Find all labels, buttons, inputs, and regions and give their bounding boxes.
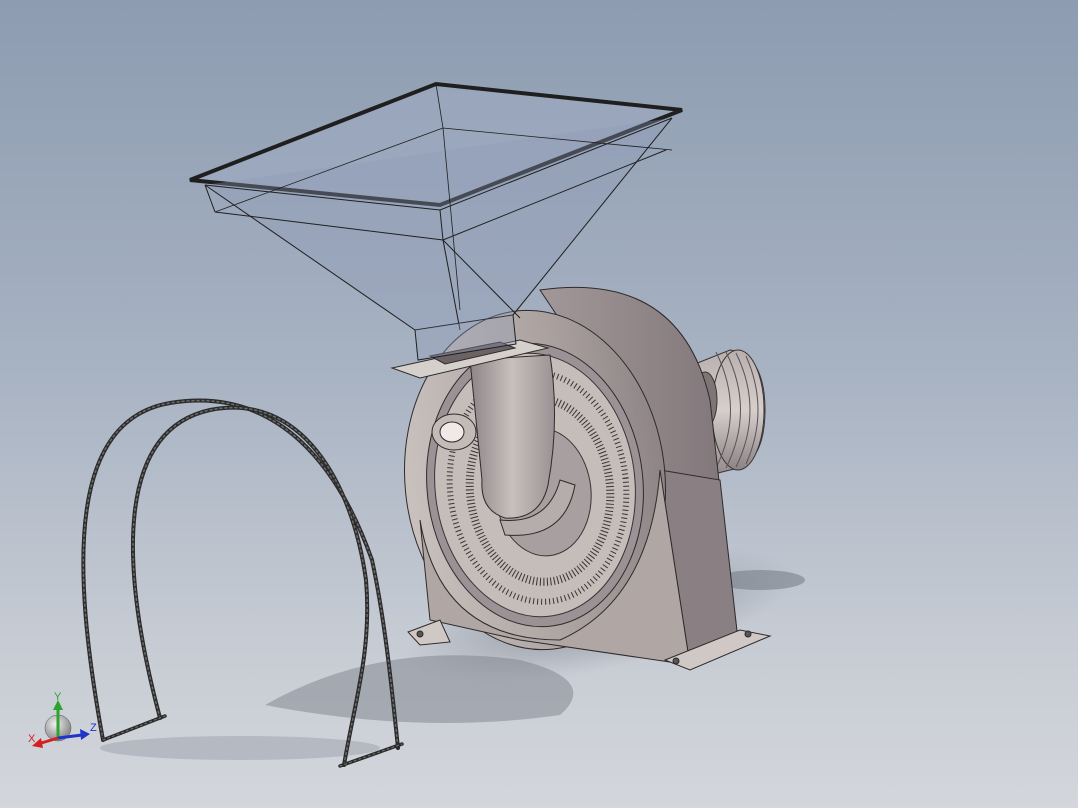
triad-z-label: Z [90,722,97,734]
u-bolt-model[interactable] [81,398,404,768]
triad-x-label: X [28,733,36,745]
triad-y-label: Y [54,691,62,703]
graphics-viewport[interactable]: Y X Z [0,0,1078,808]
model-scene[interactable]: Y X Z [0,0,1078,808]
view-triad-icon[interactable]: Y X Z [28,691,97,748]
